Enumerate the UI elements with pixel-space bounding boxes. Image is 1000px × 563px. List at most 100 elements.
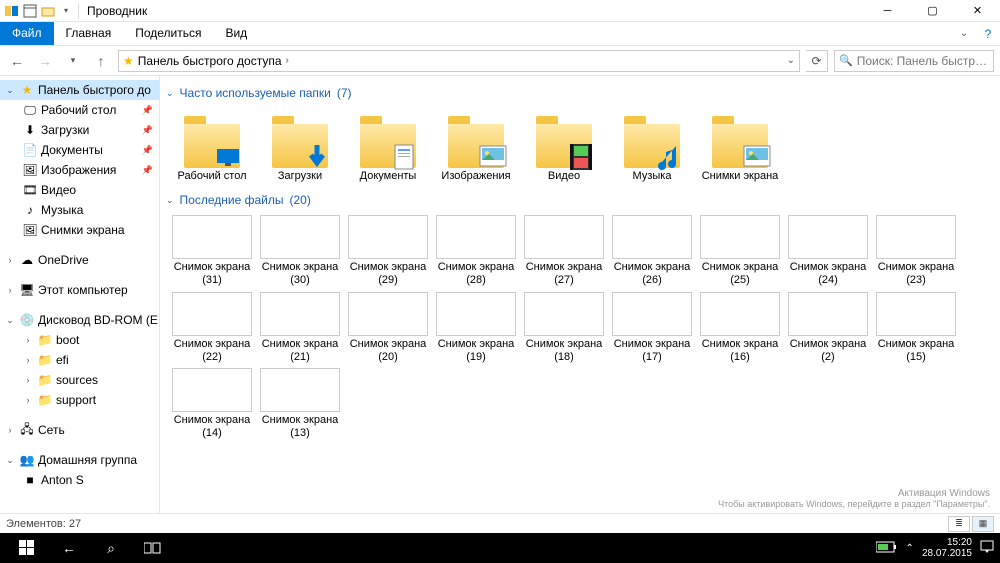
nav-drive-folder[interactable]: ›📁efi: [0, 350, 159, 370]
chevron-down-icon[interactable]: ⌄: [4, 85, 16, 96]
chevron-down-icon[interactable]: ⌄: [4, 455, 16, 466]
nav-quick-access[interactable]: ⌄ ★ Панель быстрого до: [0, 80, 159, 100]
nav-drive[interactable]: ⌄ 💿 Дисковод BD-ROM (E: [0, 310, 159, 330]
ribbon-expand-button[interactable]: ⌄: [952, 22, 976, 45]
tray-battery-icon[interactable]: [876, 541, 898, 556]
close-button[interactable]: ✕: [955, 0, 1000, 22]
file-label: Снимок экрана (25): [698, 261, 782, 287]
group-header-files[interactable]: ⌄ Последние файлы (20): [166, 193, 990, 207]
group-header-folders[interactable]: ⌄ Часто используемые папки (7): [166, 86, 990, 100]
nav-back-button[interactable]: ←: [6, 50, 28, 72]
start-button[interactable]: [6, 533, 48, 563]
folder-tile[interactable]: Музыка: [610, 108, 694, 183]
file-tile[interactable]: Снимок экрана (31): [170, 215, 254, 287]
nav-drive-folder[interactable]: ›📁support: [0, 390, 159, 410]
file-tile[interactable]: Снимок экрана (20): [346, 292, 430, 364]
file-tile[interactable]: Снимок экрана (23): [874, 215, 958, 287]
minimize-button[interactable]: ─: [865, 0, 910, 22]
search-input[interactable]: 🔍 Поиск: Панель быстрого досту...: [834, 50, 994, 72]
breadcrumb-label: Панель быстрого доступа: [138, 54, 282, 68]
nav-drive-folder[interactable]: ›📁boot: [0, 330, 159, 350]
nav-quick-item[interactable]: 🖵Рабочий стол📌: [0, 100, 159, 120]
breadcrumb-item[interactable]: Панель быстрого доступа ›: [138, 54, 289, 68]
file-tile[interactable]: Снимок экрана (29): [346, 215, 430, 287]
file-tile[interactable]: Снимок экрана (14): [170, 368, 254, 440]
breadcrumb-history-dropdown[interactable]: ⌄: [787, 55, 795, 66]
refresh-button[interactable]: ⟳: [806, 50, 828, 72]
search-icon: 🔍: [839, 54, 853, 67]
nav-up-button[interactable]: ↑: [90, 50, 112, 72]
qat-new-folder-icon[interactable]: [40, 3, 56, 19]
nav-quick-item[interactable]: 🖼Снимки экрана: [0, 220, 159, 240]
activation-watermark: Активация Windows Чтобы активировать Win…: [718, 488, 990, 509]
chevron-down-icon[interactable]: ⌄: [166, 88, 174, 99]
taskbar-clock[interactable]: 15:20 28.07.2015: [922, 537, 972, 559]
view-thumbnails-button[interactable]: ▦: [972, 516, 994, 532]
folder-tile[interactable]: Загрузки: [258, 108, 342, 183]
chevron-right-icon[interactable]: ›: [4, 285, 16, 295]
folder-tile[interactable]: Рабочий стол: [170, 108, 254, 183]
qat-dropdown-icon[interactable]: ▾: [58, 3, 74, 19]
nav-quick-item[interactable]: ♪Музыка: [0, 200, 159, 220]
chevron-right-icon[interactable]: ›: [22, 375, 34, 385]
file-tile[interactable]: Снимок экрана (22): [170, 292, 254, 364]
chevron-right-icon[interactable]: ›: [22, 335, 34, 345]
file-tile[interactable]: Снимок экрана (17): [610, 292, 694, 364]
file-tile[interactable]: Снимок экрана (16): [698, 292, 782, 364]
folder-tile[interactable]: Видео: [522, 108, 606, 183]
folder-icon: 🖼: [22, 222, 38, 238]
nav-homegroup[interactable]: ⌄ 👥 Домашняя группа: [0, 450, 159, 470]
folder-tile[interactable]: Документы: [346, 108, 430, 183]
chevron-right-icon[interactable]: ›: [22, 355, 34, 365]
file-label: Снимок экрана (22): [170, 338, 254, 364]
view-details-button[interactable]: ≣: [948, 516, 970, 532]
nav-recent-dropdown[interactable]: ▾: [62, 50, 84, 72]
nav-quick-item[interactable]: 🎞Видео: [0, 180, 159, 200]
nav-quick-item[interactable]: 🖼Изображения📌: [0, 160, 159, 180]
file-tile[interactable]: Снимок экрана (19): [434, 292, 518, 364]
tab-view[interactable]: Вид: [213, 22, 259, 45]
help-button[interactable]: ?: [976, 22, 1000, 45]
nav-forward-button[interactable]: →: [34, 50, 56, 72]
folder-icon: 📁: [37, 332, 53, 348]
tray-notifications-icon[interactable]: [980, 540, 994, 557]
file-tile[interactable]: Снимок экрана (28): [434, 215, 518, 287]
nav-network[interactable]: › 🖧 Сеть: [0, 420, 159, 440]
file-tile[interactable]: Снимок экрана (2): [786, 292, 870, 364]
file-tile[interactable]: Снимок экрана (24): [786, 215, 870, 287]
nav-onedrive[interactable]: › ☁ OneDrive: [0, 250, 159, 270]
chevron-down-icon[interactable]: ⌄: [4, 315, 16, 326]
file-tile[interactable]: Снимок экрана (26): [610, 215, 694, 287]
nav-homegroup-user[interactable]: ■Anton S: [0, 470, 159, 490]
nav-quick-item[interactable]: ⬇Загрузки📌: [0, 120, 159, 140]
chevron-right-icon[interactable]: ›: [4, 425, 16, 435]
tray-chevron-icon[interactable]: ⌃: [906, 543, 914, 554]
chevron-right-icon[interactable]: ›: [22, 395, 34, 405]
tab-home[interactable]: Главная: [54, 22, 124, 45]
chevron-down-icon[interactable]: ⌄: [166, 195, 174, 206]
folder-tile[interactable]: Снимки экрана: [698, 108, 782, 183]
file-tile[interactable]: Снимок экрана (27): [522, 215, 606, 287]
file-tile[interactable]: Снимок экрана (21): [258, 292, 342, 364]
tab-file[interactable]: Файл: [0, 22, 54, 45]
maximize-button[interactable]: ▢: [910, 0, 955, 22]
taskbar-back-button[interactable]: ←: [48, 533, 90, 563]
file-tile[interactable]: Снимок экрана (13): [258, 368, 342, 440]
taskbar-taskview-button[interactable]: [132, 533, 174, 563]
file-tile[interactable]: Снимок экрана (18): [522, 292, 606, 364]
taskbar: ← ⌕ ⌃ 15:20 28.07.2015: [0, 533, 1000, 563]
nav-quick-item[interactable]: 📄Документы📌: [0, 140, 159, 160]
breadcrumb[interactable]: ★ Панель быстрого доступа › ⌄: [118, 50, 800, 72]
tab-share[interactable]: Поделиться: [123, 22, 213, 45]
chevron-right-icon[interactable]: ›: [4, 255, 16, 265]
file-tile[interactable]: Снимок экрана (30): [258, 215, 342, 287]
nav-drive-folder[interactable]: ›📁sources: [0, 370, 159, 390]
file-tile[interactable]: Снимок экрана (15): [874, 292, 958, 364]
taskbar-search-button[interactable]: ⌕: [90, 533, 132, 563]
nav-this-pc[interactable]: › 🖥 Этот компьютер: [0, 280, 159, 300]
folder-tile[interactable]: Изображения: [434, 108, 518, 183]
folder-icon: [360, 124, 416, 168]
qat-properties-icon[interactable]: [22, 3, 38, 19]
file-thumbnail: [612, 215, 692, 259]
file-tile[interactable]: Снимок экрана (25): [698, 215, 782, 287]
